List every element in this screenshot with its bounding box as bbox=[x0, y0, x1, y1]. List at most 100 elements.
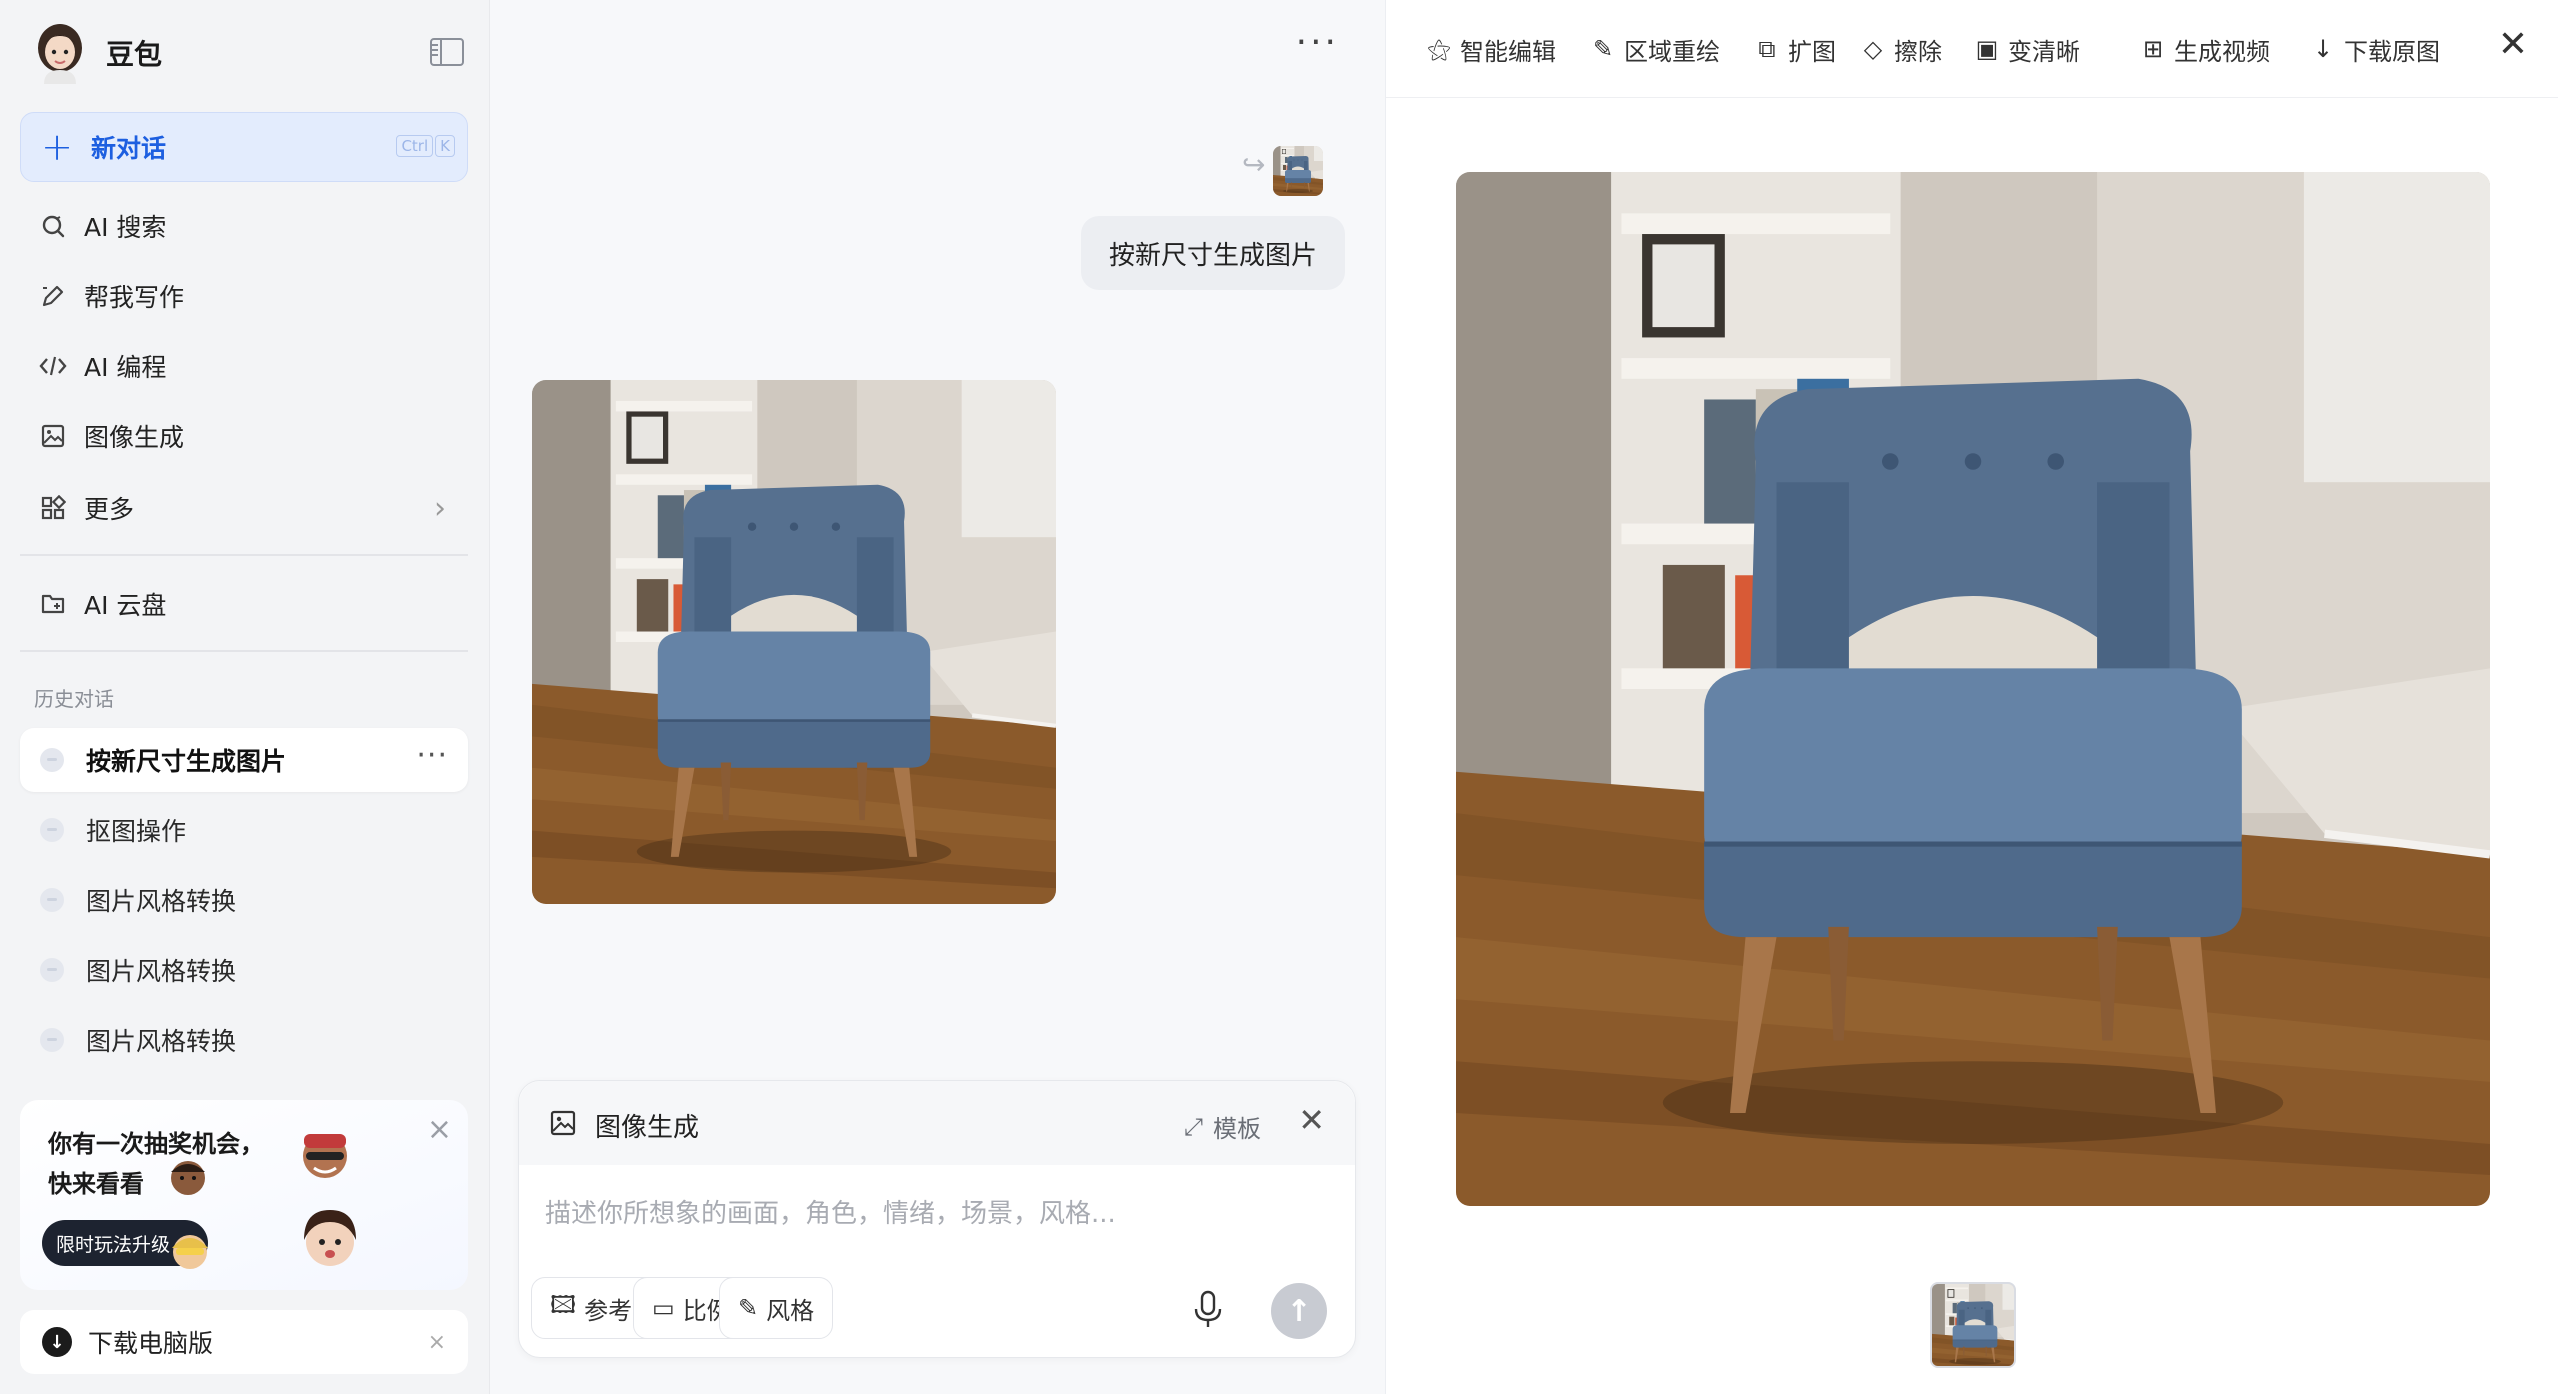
download-icon: ↓ bbox=[42, 1327, 72, 1357]
tool-label: 生成视频 bbox=[2174, 37, 2270, 66]
download-icon: ↓ bbox=[2312, 35, 2334, 63]
generated-image[interactable] bbox=[532, 380, 1056, 904]
search-icon bbox=[36, 209, 70, 243]
tool-label: 擦除 bbox=[1894, 37, 1942, 66]
image-preview-panel: ⚝ 智能编辑 ✎ 区域重绘 ⧉ 扩图 ◇ 擦除 ▣ 变清晰 ⊞ 生成视频 ↓ 下… bbox=[1385, 0, 2558, 1394]
tool-label: 区域重绘 bbox=[1624, 37, 1720, 66]
close-icon[interactable]: × bbox=[428, 1330, 446, 1355]
nav-item-cloud[interactable]: AI 云盘 bbox=[20, 576, 468, 632]
send-button[interactable]: ↑ bbox=[1271, 1283, 1327, 1339]
video-icon: ⊞ bbox=[2142, 35, 2164, 63]
microphone-icon[interactable] bbox=[1191, 1289, 1225, 1329]
brush-icon: ✎ bbox=[1592, 35, 1614, 63]
image-icon bbox=[36, 419, 70, 453]
divider bbox=[20, 650, 468, 652]
inpaint-button[interactable]: ✎ 区域重绘 bbox=[1590, 30, 1720, 68]
preview-thumbnail[interactable] bbox=[1930, 1282, 2016, 1368]
memoji-avatar bbox=[171, 1161, 205, 1195]
history-item[interactable]: 按新尺寸生成图片 ··· bbox=[20, 728, 468, 792]
chat-bubble-icon bbox=[40, 818, 64, 842]
tool-label: 智能编辑 bbox=[1460, 37, 1556, 66]
chat-bubble-icon bbox=[40, 1028, 64, 1052]
composer-mode-header: 图像生成 ⤢ 模板 ✕ bbox=[519, 1081, 1355, 1165]
code-icon bbox=[36, 349, 70, 383]
download-desktop-label: 下载电脑版 bbox=[88, 1329, 214, 1358]
history-item[interactable]: 图片风格转换 bbox=[20, 938, 468, 1002]
nav-item-label: AI 编程 bbox=[84, 353, 167, 382]
close-icon[interactable]: × bbox=[427, 1112, 452, 1147]
prompt-input[interactable]: 描述你所想象的画面，角色，情绪，场景，风格... bbox=[545, 1193, 1116, 1230]
shortcut-hint: Ctrl K bbox=[396, 135, 455, 157]
style-button[interactable]: ✎ 风格 bbox=[719, 1277, 834, 1339]
tool-label: 下载原图 bbox=[2344, 37, 2440, 66]
history-item[interactable]: 图片风格转换 bbox=[20, 868, 468, 932]
plus-icon: + bbox=[41, 125, 73, 169]
nav-item-label: AI 云盘 bbox=[84, 591, 167, 620]
grid-icon bbox=[36, 491, 70, 525]
generate-video-button[interactable]: ⊞ 生成视频 bbox=[2140, 30, 2270, 68]
pen-icon bbox=[36, 279, 70, 313]
history-item-label: 图片风格转换 bbox=[86, 1027, 237, 1056]
memoji-avatar bbox=[304, 1210, 356, 1266]
history-item-label: 抠图操作 bbox=[86, 817, 187, 846]
smart-edit-button[interactable]: ⚝ 智能编辑 bbox=[1426, 30, 1556, 68]
expand-icon: ⤢ bbox=[1183, 1112, 1203, 1141]
nav-item-writing[interactable]: 帮我写作 bbox=[20, 268, 468, 324]
app-name: 豆包 bbox=[106, 38, 163, 71]
more-options-icon[interactable]: ··· bbox=[1296, 22, 1339, 63]
erase-button[interactable]: ◇ 擦除 bbox=[1860, 30, 1942, 68]
composer: 图像生成 ⤢ 模板 ✕ 描述你所想象的画面，角色，情绪，场景，风格... 🖾 参… bbox=[518, 1080, 1356, 1358]
close-icon[interactable]: ✕ bbox=[2498, 24, 2528, 65]
hd-icon: ▣ bbox=[1975, 35, 1999, 63]
chevron-right-icon: › bbox=[434, 490, 446, 526]
brand[interactable]: 豆包 bbox=[34, 22, 162, 84]
download-original-button[interactable]: ↓ 下载原图 bbox=[2310, 30, 2440, 68]
nav-item-ai-search[interactable]: AI 搜索 bbox=[20, 198, 468, 254]
history-item[interactable]: 抠图操作 bbox=[20, 798, 468, 862]
chip-label: 风格 bbox=[766, 1296, 815, 1325]
composer-mode-title: 图像生成 bbox=[595, 1113, 700, 1143]
app-logo-avatar bbox=[34, 22, 86, 84]
history-item-label: 图片风格转换 bbox=[86, 887, 237, 916]
memoji-avatar bbox=[172, 1235, 208, 1269]
magic-wand-icon: ⚝ bbox=[1427, 35, 1451, 63]
chat-bubble-icon bbox=[40, 958, 64, 982]
reference-image-thumbnail[interactable] bbox=[1273, 146, 1323, 196]
more-options-icon[interactable]: ··· bbox=[416, 738, 448, 773]
user-message: 按新尺寸生成图片 bbox=[1080, 216, 1345, 290]
new-chat-button[interactable]: + 新对话 Ctrl K bbox=[20, 112, 468, 182]
nav-item-coding[interactable]: AI 编程 bbox=[20, 338, 468, 394]
chat-panel: ··· ↪ 按新尺寸生成图片 图像生成 ⤢ 模板 ✕ 描述你所想象的画面，角色，… bbox=[490, 0, 1385, 1394]
preview-image[interactable] bbox=[1456, 172, 2490, 1206]
shortcut-key-k: K bbox=[435, 135, 455, 157]
image-icon: 🖾 bbox=[550, 1290, 577, 1319]
new-chat-label: 新对话 bbox=[91, 134, 167, 163]
nav-item-more[interactable]: 更多 › bbox=[20, 480, 468, 536]
memoji-avatar bbox=[303, 1134, 347, 1178]
history-item-label: 图片风格转换 bbox=[86, 957, 237, 986]
tool-label: 扩图 bbox=[1788, 37, 1836, 66]
upscale-button[interactable]: ▣ 变清晰 bbox=[1974, 30, 2080, 68]
shortcut-key-ctrl: Ctrl bbox=[396, 135, 434, 157]
template-button[interactable]: ⤢ 模板 bbox=[1184, 1109, 1261, 1144]
chat-bubble-icon bbox=[40, 888, 64, 912]
chat-bubble-icon bbox=[40, 748, 64, 772]
expand-icon: ⧉ bbox=[1758, 35, 1776, 63]
reply-arrow-icon: ↪ bbox=[1242, 148, 1266, 181]
brush-icon: ✎ bbox=[738, 1294, 759, 1322]
history-item[interactable]: 图片风格转换 bbox=[20, 1008, 468, 1072]
lottery-promo-card[interactable]: 你有一次抽奖机会，快来看看 限时玩法升级 → × bbox=[20, 1100, 468, 1290]
tool-label: 变清晰 bbox=[2008, 37, 2080, 66]
download-desktop-button[interactable]: ↓ 下载电脑版 × bbox=[20, 1310, 468, 1374]
cloud-drive-icon bbox=[36, 587, 70, 621]
sidebar-toggle-icon[interactable] bbox=[430, 38, 464, 66]
close-icon[interactable]: ✕ bbox=[1298, 1101, 1325, 1139]
outpaint-button[interactable]: ⧉ 扩图 bbox=[1754, 30, 1836, 68]
sidebar: 豆包 + 新对话 Ctrl K AI 搜索 帮我写作 AI 编程 图像生成 更多… bbox=[0, 0, 490, 1394]
history-section-title: 历史对话 bbox=[34, 687, 114, 711]
image-icon bbox=[550, 1110, 576, 1136]
nav-item-label: 帮我写作 bbox=[84, 283, 185, 312]
nav-item-label: 更多 bbox=[84, 495, 135, 524]
template-label: 模板 bbox=[1213, 1115, 1261, 1143]
nav-item-image-gen[interactable]: 图像生成 bbox=[20, 408, 468, 464]
